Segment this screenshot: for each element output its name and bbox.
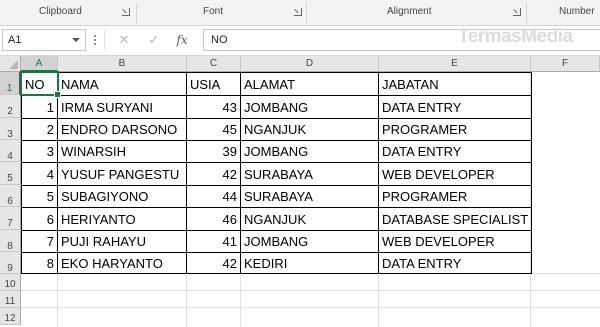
cell-alamat[interactable]: KEDIRI [241,253,378,274]
header-cell-usia[interactable]: USIA [187,73,240,95]
watermark-logo: TermasMedia [458,26,573,47]
column-header-d[interactable]: D [241,56,379,72]
cell-nama[interactable]: IRMA SURYANI [58,96,186,118]
cell-no[interactable]: 7 [22,231,57,252]
cell-nama[interactable]: PUJI RAHAYU [58,231,186,252]
cell-jabatan[interactable]: DATABASE SPECIALIST [379,208,531,230]
cell-alamat[interactable]: NGANJUK [241,119,378,140]
cell-alamat[interactable]: NGANJUK [241,208,378,230]
cell-alamat[interactable]: SURABAYA [241,186,378,207]
ribbon-separator [526,3,527,23]
row-header-2[interactable]: 2 [0,95,21,118]
row-header-7[interactable]: 7 [0,207,21,230]
row-header-12[interactable]: 12 [0,308,21,325]
gridline [21,307,600,308]
cell-no[interactable]: 2 [22,119,57,140]
clipboard-launcher-icon[interactable] [122,8,130,16]
cell-jabatan[interactable]: DATA ENTRY [379,141,531,162]
column-header-b[interactable]: B [58,56,187,72]
worksheet-grid[interactable]: A B C D E F 1 2 3 4 5 6 7 8 9 10 11 12 N… [0,56,600,327]
cell-no[interactable]: 5 [22,186,57,207]
cell-nama[interactable]: EKO HARYANTO [58,253,186,274]
name-box-value: A1 [8,34,22,46]
cell-usia[interactable]: 43 [187,96,240,118]
font-launcher-icon[interactable] [294,8,302,16]
column-header-f[interactable]: F [531,56,600,72]
header-cell-jabatan[interactable]: JABATAN [379,73,531,95]
cell-usia[interactable]: 41 [187,231,240,252]
cell-no[interactable]: 8 [22,253,57,274]
row-header-9[interactable]: 9 [0,252,21,274]
row-header-8[interactable]: 8 [0,230,21,252]
row-header-1[interactable]: 1 [0,72,21,95]
header-cell-nama[interactable]: NAMA [58,73,186,95]
ribbon-group-alignment-label: Alignment [387,6,432,17]
row-header-11[interactable]: 11 [0,291,21,308]
header-cell-no[interactable]: NO [22,73,57,95]
cell-usia[interactable]: 42 [187,253,240,274]
ribbon-group-bar: Clipboard Font Alignment Number [0,0,600,26]
cell-alamat[interactable]: SURABAYA [241,163,378,185]
cell-nama[interactable]: HERIYANTO [58,208,186,230]
ribbon-group-number-label: Number [559,6,595,17]
cell-usia[interactable]: 46 [187,208,240,230]
name-box-dropdown-icon[interactable] [72,38,80,42]
gridline [21,290,600,291]
header-cell-alamat[interactable]: ALAMAT [241,73,378,95]
row-header-10[interactable]: 10 [0,274,21,291]
ribbon-separator [136,3,137,23]
cell-jabatan[interactable]: WEB DEVELOPER [379,231,531,252]
cell-no[interactable]: 1 [22,96,57,118]
insert-function-icon[interactable]: fx [172,30,192,50]
ribbon-group-clipboard-label: Clipboard [39,6,82,17]
cell-usia[interactable]: 45 [187,119,240,140]
row-header-6[interactable]: 6 [0,185,21,207]
cell-usia[interactable]: 42 [187,163,240,185]
name-box[interactable]: A1 [2,29,86,51]
cell-jabatan[interactable]: PROGRAMER [379,186,531,207]
cell-jabatan[interactable]: PROGRAMER [379,119,531,140]
cell-nama[interactable]: YUSUF PANGESTU [58,163,186,185]
cell-alamat[interactable]: JOMBANG [241,96,378,118]
column-header-c[interactable]: C [187,56,241,72]
cell-usia[interactable]: 39 [187,141,240,162]
cancel-icon[interactable]: ✕ [114,30,134,50]
cell-jabatan[interactable]: DATA ENTRY [379,96,531,118]
cell-no[interactable]: 3 [22,141,57,162]
row-header-5[interactable]: 5 [0,162,21,185]
row-header-3[interactable]: 3 [0,118,21,140]
row-header-4[interactable]: 4 [0,140,21,162]
enter-icon[interactable]: ✓ [144,30,164,50]
select-all-button[interactable] [0,56,21,72]
cell-usia[interactable]: 44 [187,186,240,207]
cell-nama[interactable]: WINARSIH [58,141,186,162]
cell-jabatan[interactable]: DATA ENTRY [379,253,531,274]
cell-no[interactable]: 4 [22,163,57,185]
column-header-e[interactable]: E [379,56,531,72]
ribbon-separator [306,3,307,23]
cell-no[interactable]: 6 [22,208,57,230]
cell-nama[interactable]: ENDRO DARSONO [58,119,186,140]
cell-alamat[interactable]: JOMBANG [241,141,378,162]
cell-alamat[interactable]: JOMBANG [241,231,378,252]
cell-jabatan[interactable]: WEB DEVELOPER [379,163,531,185]
cell-nama[interactable]: SUBAGIYONO [58,186,186,207]
formula-bar-grip-icon[interactable] [94,35,97,47]
formula-bar-separator [104,30,105,50]
ribbon-group-font-label: Font [203,6,224,17]
column-header-a[interactable]: A [21,56,58,72]
alignment-launcher-icon[interactable] [513,8,521,16]
